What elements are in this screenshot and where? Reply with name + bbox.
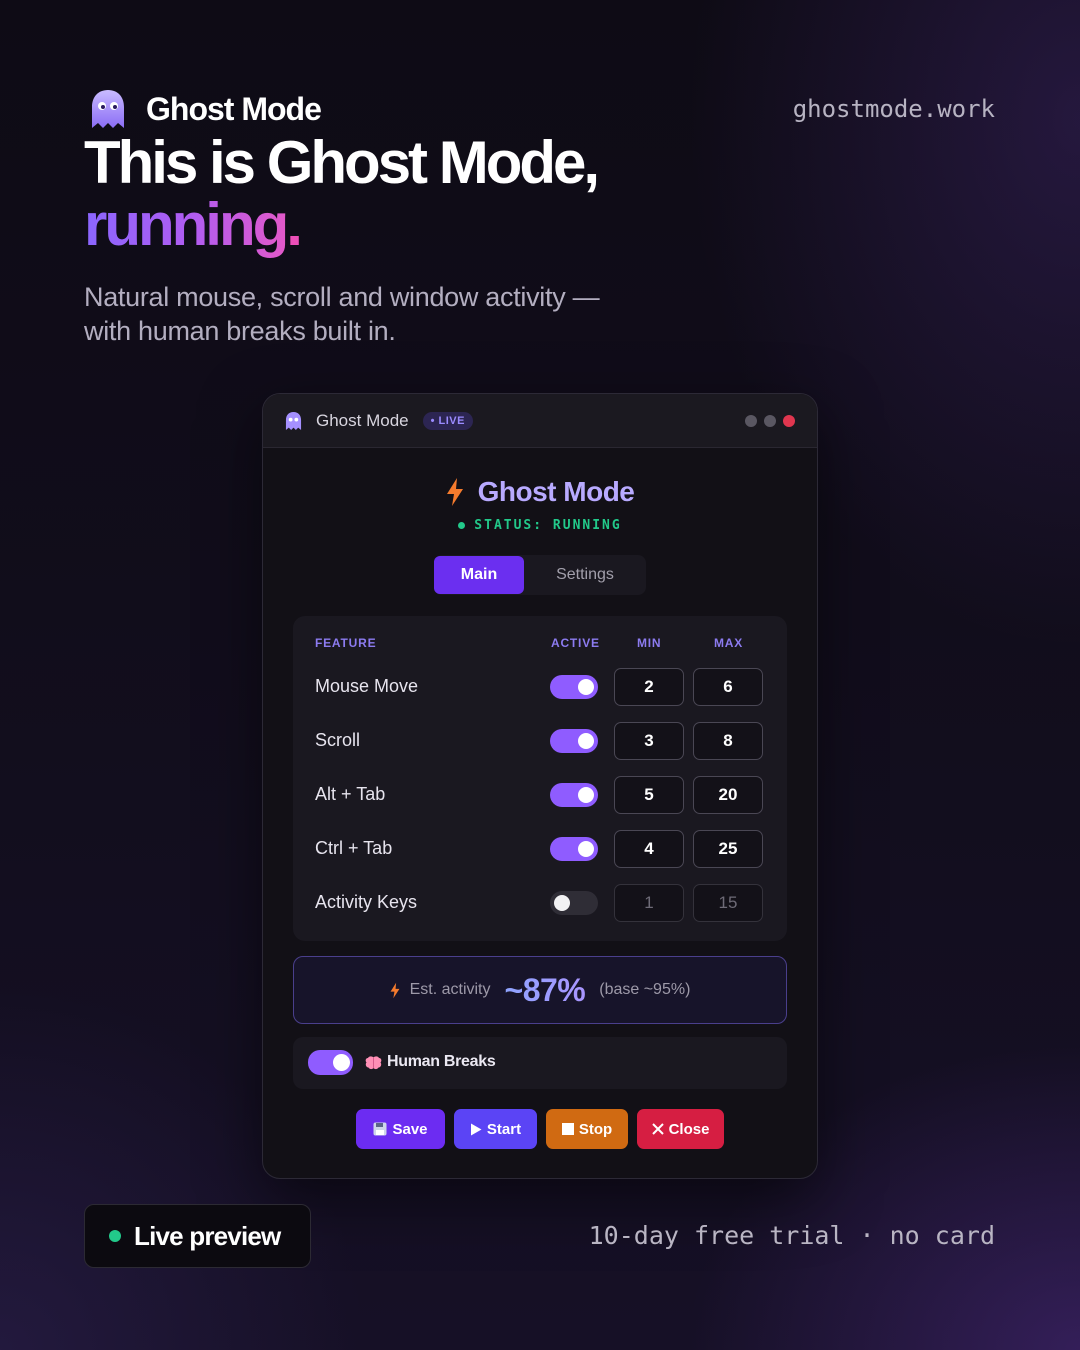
minimize-dot-icon[interactable] xyxy=(745,414,757,427)
mouse-move-max-input[interactable]: 6 xyxy=(693,668,763,706)
ghost-logo-icon xyxy=(92,90,124,128)
close-icon xyxy=(651,1123,664,1135)
feature-row-mouse-move: Mouse Move 2 6 xyxy=(293,668,787,706)
status-text: STATUS: RUNNING xyxy=(474,518,622,533)
save-label: Save xyxy=(392,1120,428,1138)
activity-keys-min-input[interactable]: 1 xyxy=(614,884,684,922)
headline: This is Ghost Mode, running. xyxy=(84,129,600,256)
save-button[interactable]: Save xyxy=(356,1109,445,1149)
site-url[interactable]: ghostmode.work xyxy=(793,95,995,123)
action-bar: Save Start Stop Close xyxy=(356,1109,724,1149)
feature-name: Ctrl + Tab xyxy=(315,838,393,858)
trial-text: 10-day free trial · no card xyxy=(588,1221,995,1250)
lightning-icon xyxy=(390,982,400,998)
human-breaks-toggle[interactable] xyxy=(308,1050,353,1075)
ctrl-tab-min-input[interactable]: 4 xyxy=(614,830,684,868)
brain-icon xyxy=(365,1056,382,1070)
activity-keys-toggle[interactable] xyxy=(550,891,598,915)
feature-row-activity-keys: Activity Keys 1 15 xyxy=(293,884,787,922)
stop-label: Stop xyxy=(578,1120,613,1138)
app-title: Ghost Mode xyxy=(477,476,635,507)
column-header-feature: FEATURE xyxy=(315,636,377,650)
toggle-knob xyxy=(578,787,594,803)
lightning-icon xyxy=(446,478,463,506)
human-breaks-row: Human Breaks xyxy=(293,1037,787,1089)
column-header-min: MIN xyxy=(637,636,662,650)
alt-tab-max-input[interactable]: 20 xyxy=(693,776,763,814)
stop-button[interactable]: Stop xyxy=(546,1109,628,1149)
tab-bar: Main Settings xyxy=(434,555,646,595)
scroll-toggle[interactable] xyxy=(550,729,598,753)
mouse-move-min-input[interactable]: 2 xyxy=(614,668,684,706)
toggle-knob xyxy=(578,679,594,695)
close-label: Close xyxy=(668,1120,710,1138)
feature-name: Activity Keys xyxy=(315,892,418,912)
feature-name: Alt + Tab xyxy=(315,784,386,804)
stop-square-icon xyxy=(561,1123,574,1135)
toggle-knob xyxy=(578,733,594,749)
estimate-label: Est. activity xyxy=(409,981,491,998)
feature-row-ctrl-tab: Ctrl + Tab 4 25 xyxy=(293,830,787,868)
live-preview-label: Live preview xyxy=(134,1220,281,1251)
play-icon xyxy=(470,1123,482,1136)
tab-main[interactable]: Main xyxy=(434,556,524,594)
ghost-icon xyxy=(285,411,302,430)
feature-row-scroll: Scroll 3 8 xyxy=(293,722,787,760)
status-indicator: STATUS: RUNNING xyxy=(263,518,817,533)
column-header-active: ACTIVE xyxy=(551,636,600,650)
feature-name: Mouse Move xyxy=(315,676,419,696)
headline-period: . xyxy=(286,191,303,258)
subtitle: Natural mouse, scroll and window activit… xyxy=(84,282,600,346)
estimated-activity-panel: Est. activity ~87% (base ~95%) xyxy=(293,956,787,1024)
feature-name: Scroll xyxy=(315,730,361,750)
toggle-knob xyxy=(554,895,570,911)
app-header: Ghost Mode STATUS: RUNNING xyxy=(263,476,817,533)
headline-line-2: running. xyxy=(84,194,597,256)
close-dot-icon[interactable] xyxy=(783,414,795,427)
live-badge: • LIVE xyxy=(422,411,473,430)
column-header-max: MAX xyxy=(714,636,744,650)
scroll-max-input[interactable]: 8 xyxy=(693,722,763,760)
window-title: Ghost Mode xyxy=(316,410,409,430)
alt-tab-toggle[interactable] xyxy=(550,783,598,807)
scroll-min-input[interactable]: 3 xyxy=(614,722,684,760)
start-button[interactable]: Start xyxy=(454,1109,537,1149)
brand-name: Ghost Mode xyxy=(146,90,322,127)
estimate-value: ~87% xyxy=(504,971,586,1008)
window-controls xyxy=(745,414,795,427)
mouse-move-toggle[interactable] xyxy=(550,675,598,699)
live-dot-icon xyxy=(109,1230,121,1242)
headline-line-1: This is Ghost Mode, xyxy=(84,129,600,196)
feature-row-alt-tab: Alt + Tab 5 20 xyxy=(293,776,787,814)
close-button[interactable]: Close xyxy=(637,1109,724,1149)
feature-table: FEATURE ACTIVE MIN MAX Mouse Move 2 6 Sc… xyxy=(293,616,787,941)
live-preview-pill[interactable]: Live preview xyxy=(84,1204,311,1268)
brand: Ghost Mode xyxy=(90,88,322,130)
alt-tab-min-input[interactable]: 5 xyxy=(614,776,684,814)
ctrl-tab-toggle[interactable] xyxy=(550,837,598,861)
tab-settings[interactable]: Settings xyxy=(524,556,646,594)
toggle-knob xyxy=(333,1054,350,1071)
start-label: Start xyxy=(486,1120,522,1138)
status-dot-icon xyxy=(458,522,466,529)
window-titlebar[interactable]: Ghost Mode • LIVE xyxy=(263,394,817,448)
headline-running-word: running xyxy=(84,191,289,258)
human-breaks-label: Human Breaks xyxy=(387,1053,496,1070)
ctrl-tab-max-input[interactable]: 25 xyxy=(693,830,763,868)
activity-keys-max-input[interactable]: 15 xyxy=(693,884,763,922)
maximize-dot-icon[interactable] xyxy=(764,414,776,427)
estimate-base: (base ~95%) xyxy=(599,981,691,998)
floppy-disk-icon xyxy=(373,1122,387,1136)
toggle-knob xyxy=(578,841,594,857)
app-window: Ghost Mode • LIVE Ghost Mode STATUS: RUN… xyxy=(262,393,818,1179)
